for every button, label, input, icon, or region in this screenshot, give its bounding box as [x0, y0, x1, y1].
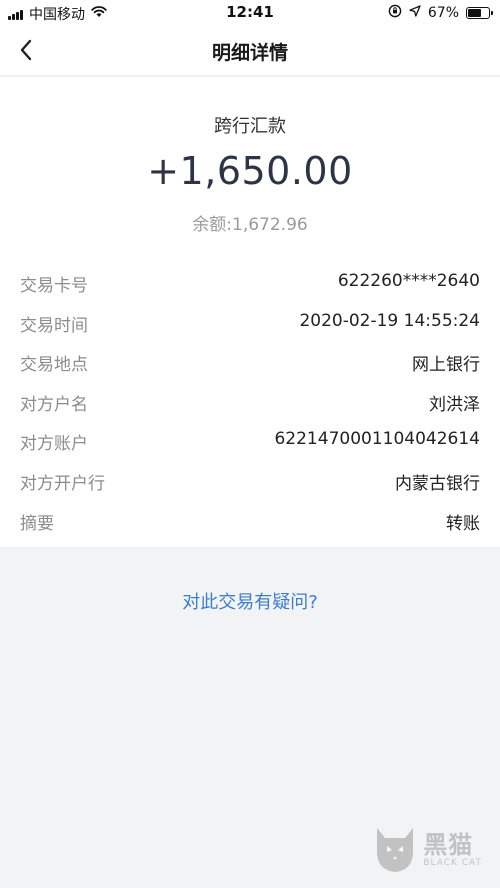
watermark-text: 黑猫 BLACK CAT	[423, 833, 482, 868]
location-icon	[409, 5, 421, 21]
detail-list: 交易卡号 622260****2640 交易时间 2020-02-19 14:5…	[0, 263, 500, 540]
battery-fill	[468, 9, 481, 17]
cat-logo-icon	[377, 828, 414, 872]
watermark-cn: 黑猫	[423, 830, 474, 859]
detail-row-time: 交易时间 2020-02-19 14:55:24	[0, 303, 500, 343]
detail-label: 对方开户行	[20, 473, 105, 494]
watermark-en: BLACK CAT	[423, 857, 482, 868]
transaction-detail-page: 中国移动 12:41 67% 明细详情 跨行汇款 +1,650.00 余额:1,…	[0, 0, 500, 888]
detail-row-counterparty-bank: 对方开户行 内蒙古银行	[0, 461, 500, 501]
battery-percent: 67%	[427, 5, 459, 21]
transaction-type: 跨行汇款	[214, 116, 286, 137]
detail-row-counterparty-name: 对方户名 刘洪泽	[0, 382, 500, 422]
detail-row-counterparty-account: 对方账户 6221470001104042614	[0, 421, 500, 461]
dispute-transaction-link[interactable]: 对此交易有疑问?	[0, 588, 500, 614]
detail-label: 摘要	[20, 513, 54, 534]
status-right: 67%	[388, 4, 493, 22]
detail-value: 2020-02-19 14:55:24	[299, 310, 480, 331]
nav-bar: 明细详情	[0, 26, 500, 76]
detail-value: 刘洪泽	[429, 394, 480, 415]
detail-value: 网上银行	[412, 355, 480, 376]
detail-row-location: 交易地点 网上银行	[0, 342, 500, 382]
detail-row-summary: 摘要 转账	[0, 501, 500, 541]
detail-value: 转账	[446, 513, 480, 534]
detail-label: 交易时间	[20, 315, 88, 336]
account-balance: 余额:1,672.96	[192, 215, 308, 235]
detail-label: 对方户名	[20, 394, 88, 415]
detail-row-card-number: 交易卡号 622260****2640	[0, 263, 500, 303]
page-title: 明细详情	[211, 42, 288, 64]
detail-label: 对方账户	[20, 434, 88, 455]
orientation-lock-icon	[388, 4, 402, 22]
transaction-card: 跨行汇款 +1,650.00 余额:1,672.96 交易卡号 622260**…	[0, 77, 500, 547]
watermark: 黑猫 BLACK CAT	[373, 826, 482, 874]
detail-value: 622260****2640	[337, 271, 480, 291]
detail-value: 6221470001104042614	[274, 429, 480, 450]
detail-label: 交易卡号	[20, 276, 88, 296]
battery-icon	[466, 7, 493, 19]
detail-label: 交易地点	[20, 355, 88, 376]
transaction-amount: +1,650.00	[147, 149, 353, 193]
status-bar: 中国移动 12:41 67%	[0, 0, 500, 26]
detail-value: 内蒙古银行	[395, 473, 480, 494]
